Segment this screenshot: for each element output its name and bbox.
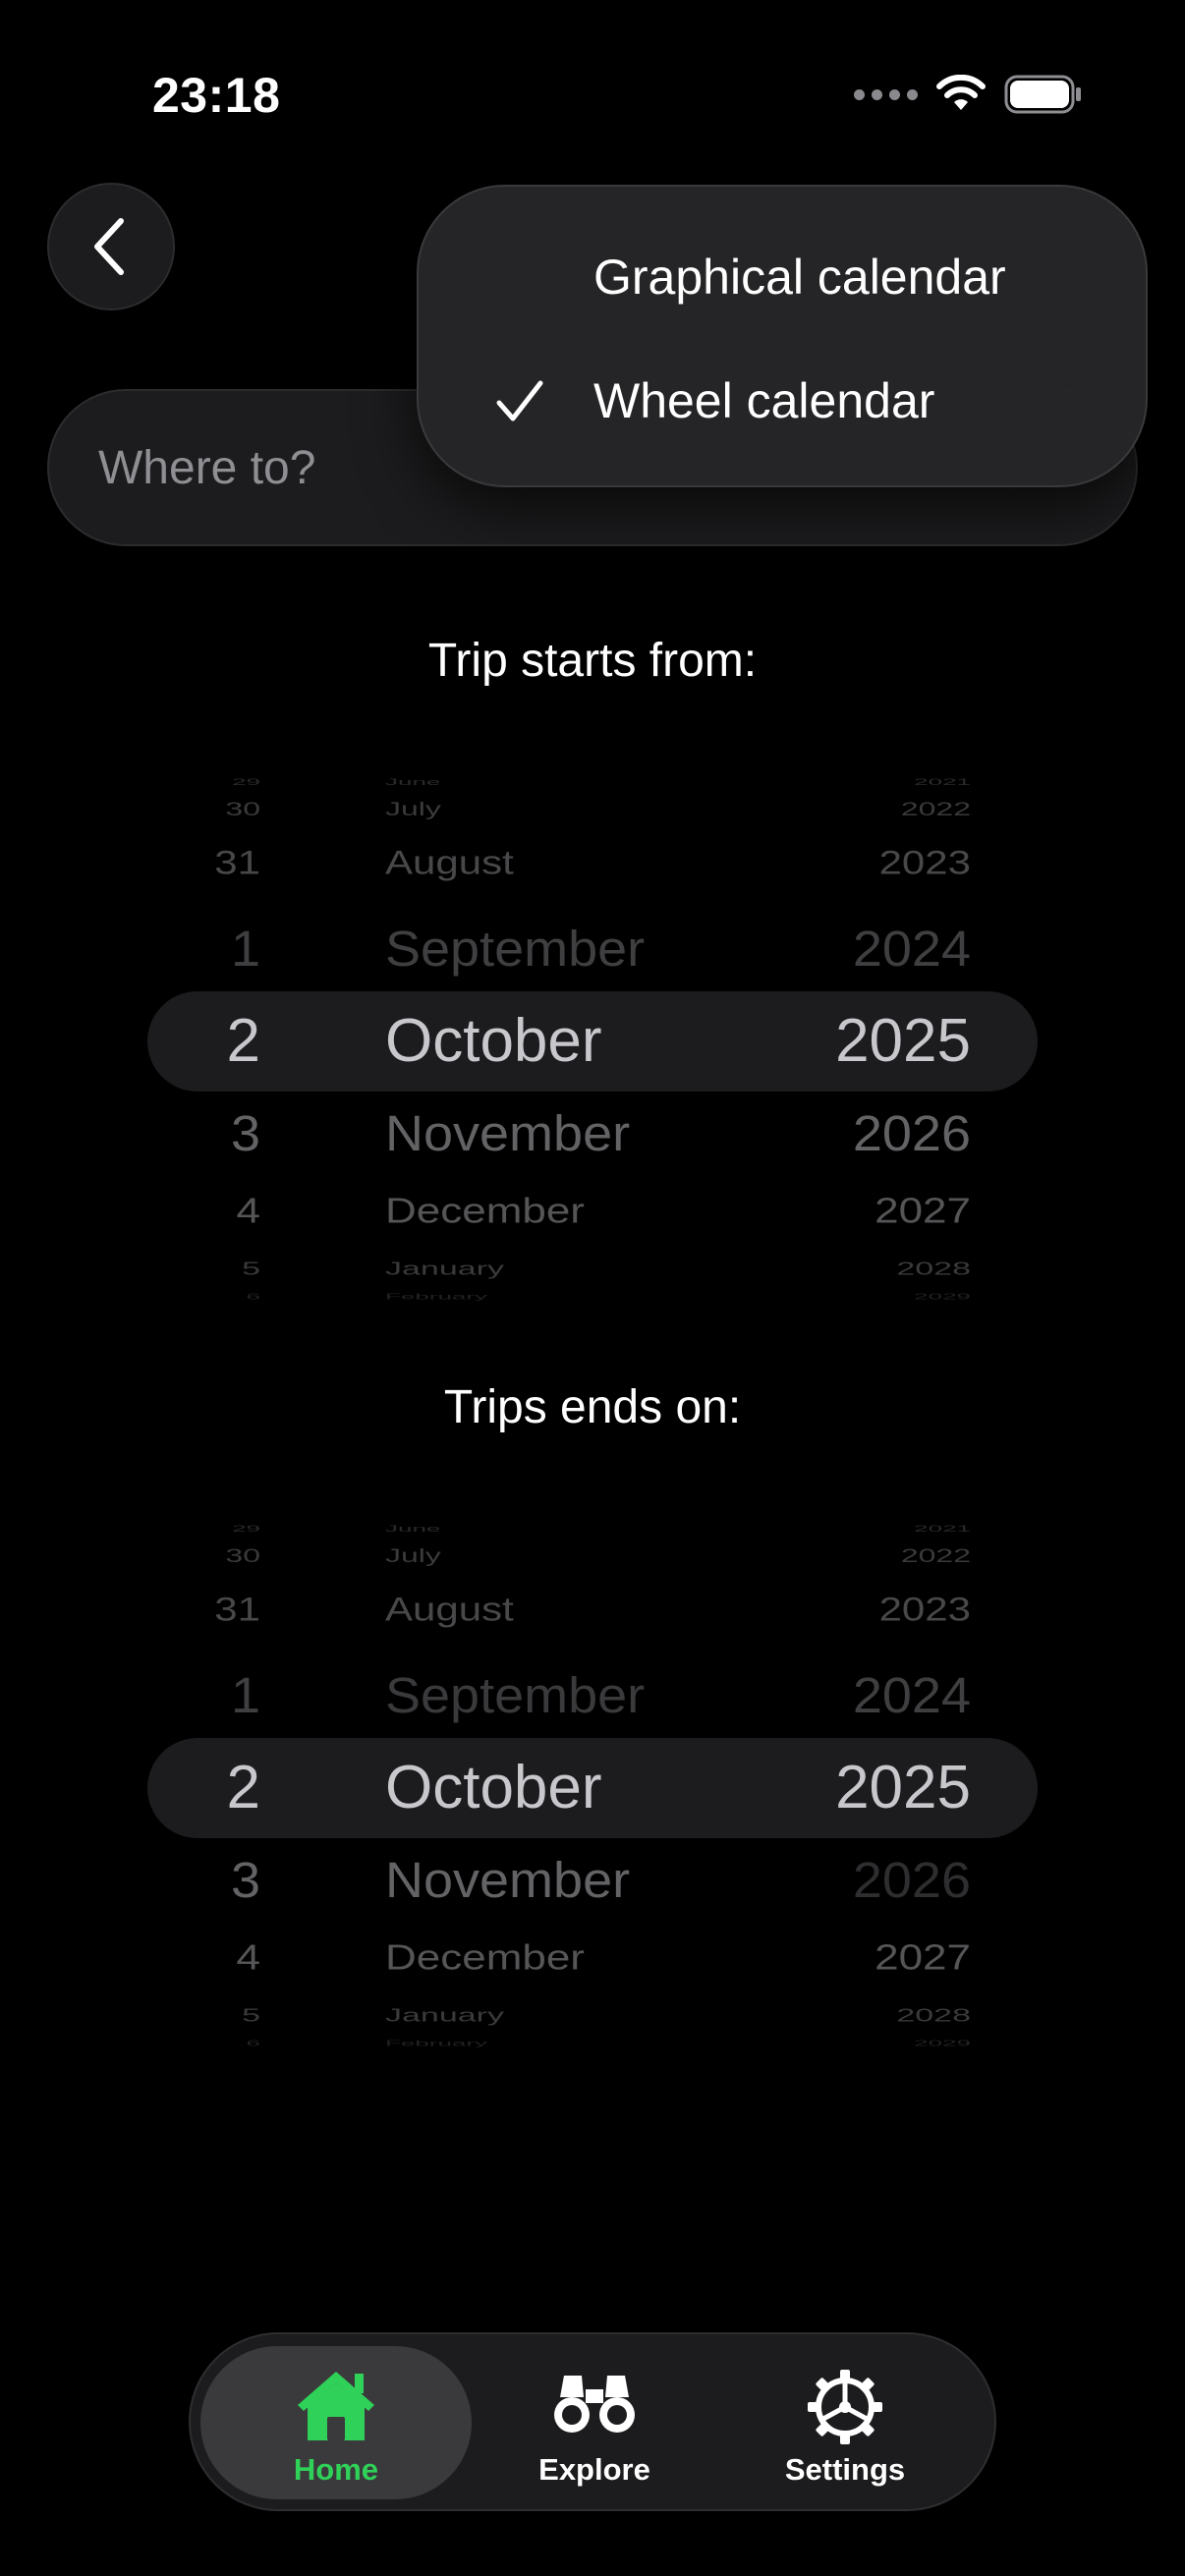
picker-month: December [385, 1938, 585, 1979]
picker-day: 2 [226, 1007, 260, 1076]
picker-year: 2021 [914, 1523, 971, 1534]
checkmark-icon [496, 380, 543, 421]
picker-month: October [385, 1007, 602, 1076]
calendar-style-menu: Graphical calendar Wheel calendar [417, 185, 1148, 487]
picker-day: 30 [225, 798, 260, 820]
picker-year: 2023 [878, 842, 971, 881]
picker-month: August [385, 842, 514, 881]
battery-icon [1004, 75, 1081, 114]
picker-year: 2026 [852, 1852, 971, 1909]
status-time: 23:18 [152, 68, 281, 123]
picker-year: 2024 [852, 921, 971, 978]
menu-item-label: Wheel calendar [593, 373, 935, 428]
picker-month: February [385, 2039, 488, 2048]
gear-icon [808, 2370, 882, 2444]
tab-bar: Home Explore Settings [189, 2332, 996, 2511]
binoculars-icon [554, 2376, 635, 2433]
tab-label-home: Home [293, 2452, 379, 2487]
picker-month: July [385, 798, 441, 820]
picker-month: June [385, 1523, 441, 1534]
picker-day: 3 [230, 1852, 260, 1909]
house-icon [298, 2372, 374, 2440]
start-date-wheel-picker[interactable]: 29 June 2021 30 July 2022 31 August 2023 1 Septemb… [0, 776, 1185, 1307]
picker-year: 2029 [914, 2039, 971, 2048]
picker-day: 6 [246, 2039, 260, 2048]
tab-label-settings: Settings [784, 2452, 906, 2487]
picker-year: 2029 [914, 1292, 971, 1302]
picker-year: 2022 [900, 1544, 971, 1567]
picker-day: 1 [230, 1667, 260, 1724]
wifi-icon [936, 75, 986, 110]
start-picker-title: Trip starts from: [427, 635, 758, 687]
tab-label-explore: Explore [538, 2452, 650, 2487]
picker-month: October [385, 1754, 602, 1822]
picker-year: 2023 [878, 1589, 971, 1628]
picker-year: 2028 [896, 2005, 971, 2026]
picker-day: 2 [226, 1754, 260, 1822]
tab-home[interactable]: Home [213, 2334, 459, 2509]
picker-year: 2025 [835, 1754, 971, 1822]
picker-month: August [385, 1589, 514, 1628]
picker-day: 4 [236, 1192, 260, 1232]
menu-item-graphical-calendar[interactable]: Graphical calendar [419, 218, 1146, 336]
picker-month: September [385, 921, 646, 978]
back-button[interactable] [47, 183, 175, 310]
end-date-wheel-picker[interactable]: 29 June 2021 30 July 2022 31 August 2023 1 Septemb… [0, 1523, 1185, 2053]
picker-day: 31 [214, 842, 260, 881]
picker-day: 6 [246, 1292, 260, 1302]
tab-settings[interactable]: Settings [722, 2334, 968, 2509]
picker-day: 5 [242, 1259, 260, 1279]
picker-day: 30 [225, 1544, 260, 1567]
end-picker-title: Trips ends on: [443, 1381, 742, 1433]
picker-month: November [385, 1105, 631, 1162]
cellular-signal-icon [854, 88, 918, 100]
picker-day: 29 [232, 1523, 260, 1534]
picker-month: September [385, 1667, 646, 1724]
picker-month: July [385, 1544, 441, 1567]
picker-year: 2022 [900, 798, 971, 820]
picker-year: 2021 [914, 776, 971, 787]
picker-day: 4 [236, 1938, 260, 1979]
picker-day: 5 [242, 2005, 260, 2026]
picker-month: December [385, 1192, 585, 1232]
picker-year: 2028 [896, 1259, 971, 1279]
picker-month: January [385, 2005, 504, 2026]
picker-year: 2026 [852, 1105, 971, 1162]
picker-month: February [385, 1292, 488, 1302]
picker-day: 31 [214, 1589, 260, 1628]
picker-year: 2024 [852, 1667, 971, 1724]
menu-item-label: Graphical calendar [593, 250, 1006, 305]
chevron-left-icon [94, 218, 124, 275]
picker-year: 2025 [835, 1007, 971, 1076]
picker-month: January [385, 1259, 504, 1279]
picker-month: June [385, 776, 441, 787]
picker-year: 2027 [875, 1192, 971, 1232]
status-icons [854, 75, 1083, 114]
tab-explore[interactable]: Explore [472, 2334, 717, 2509]
picker-day: 3 [230, 1105, 260, 1162]
picker-month: November [385, 1852, 631, 1909]
picker-year: 2027 [875, 1938, 971, 1979]
menu-item-wheel-calendar[interactable]: Wheel calendar [419, 342, 1146, 460]
picker-day: 29 [232, 776, 260, 787]
picker-day: 1 [230, 921, 260, 978]
